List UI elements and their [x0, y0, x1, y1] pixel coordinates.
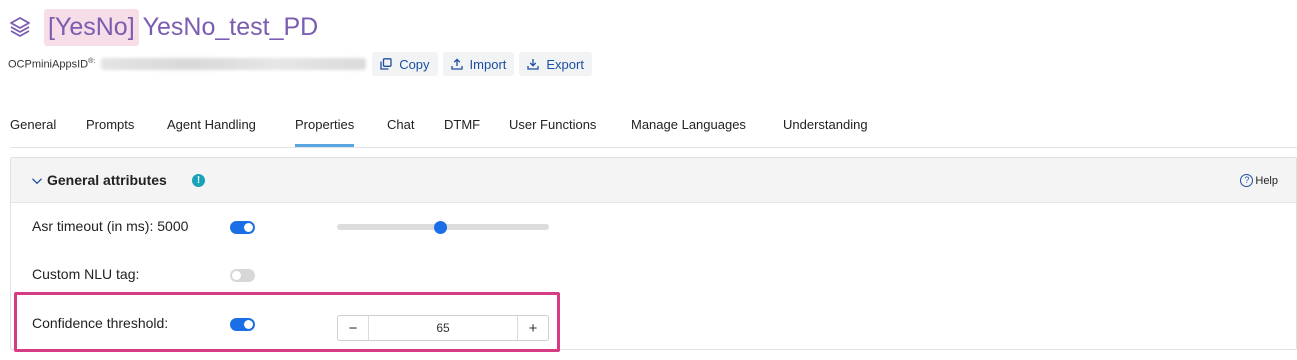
help-link[interactable]: ? Help [1240, 174, 1278, 187]
app-id-label: OCPminiAppsID®: [8, 58, 95, 71]
decrement-button[interactable]: − [338, 316, 369, 340]
panel-title: General attributes [47, 172, 167, 188]
confidence-threshold-value[interactable]: 65 [369, 321, 517, 335]
import-button[interactable]: Import [442, 52, 515, 76]
chevron-down-icon[interactable] [31, 174, 43, 192]
layers-icon [8, 14, 34, 40]
custom-nlu-tag-label: Custom NLU tag: [32, 266, 140, 282]
question-circle-icon: ? [1240, 174, 1254, 187]
upload-icon [450, 58, 463, 70]
tab-user-functions[interactable]: User Functions [509, 117, 596, 132]
info-icon[interactable]: ! [192, 174, 205, 187]
export-button[interactable]: Export [519, 52, 592, 76]
confidence-threshold-label: Confidence threshold: [32, 315, 169, 331]
import-button-label: Import [469, 56, 507, 72]
toggle-knob [232, 271, 241, 280]
tab-properties[interactable]: Properties [295, 117, 355, 147]
copy-button-label: Copy [399, 56, 430, 72]
asr-timeout-toggle[interactable] [230, 221, 255, 234]
copy-button[interactable]: Copy [372, 52, 438, 76]
confidence-threshold-stepper: − 65 + [337, 315, 549, 341]
tab-manage-languages[interactable]: Manage Languages [631, 117, 746, 132]
toggle-knob [244, 223, 253, 232]
app-id-label-sup: ®: [88, 57, 96, 65]
toggle-knob [244, 320, 253, 329]
copy-icon [380, 58, 392, 70]
page-title: YesNo_test_PD [142, 12, 319, 41]
custom-nlu-tag-toggle[interactable] [230, 269, 255, 282]
asr-timeout-slider[interactable] [337, 220, 549, 234]
general-attributes-panel: General attributes ! ? Help Asr timeout … [10, 157, 1297, 350]
tab-understanding[interactable]: Understanding [783, 117, 868, 132]
title-row: [YesNo] YesNo_test_PD [8, 6, 318, 48]
confidence-threshold-toggle[interactable] [230, 318, 255, 331]
panel-header[interactable]: General attributes ! ? Help [11, 158, 1296, 203]
export-button-label: Export [546, 56, 584, 72]
tab-agent-handling[interactable]: Agent Handling [167, 117, 256, 132]
app-id-value-redacted [101, 58, 367, 70]
slider-thumb[interactable] [434, 220, 448, 234]
app-id-label-text: OCPminiAppsID [8, 58, 89, 71]
tab-bar: General Prompts Agent Handling Propertie… [10, 108, 1297, 148]
app-id-row: OCPminiAppsID®: Copy Import Export [8, 52, 597, 76]
tab-dtmf[interactable]: DTMF [444, 117, 480, 132]
tab-general[interactable]: General [10, 117, 56, 132]
help-label: Help [1255, 174, 1278, 187]
download-icon [527, 59, 540, 70]
asr-timeout-label: Asr timeout (in ms): 5000 [32, 218, 189, 234]
app-tag: [YesNo] [44, 8, 139, 46]
increment-button[interactable]: + [517, 316, 548, 340]
tab-prompts[interactable]: Prompts [86, 117, 134, 132]
tab-chat[interactable]: Chat [387, 117, 414, 132]
